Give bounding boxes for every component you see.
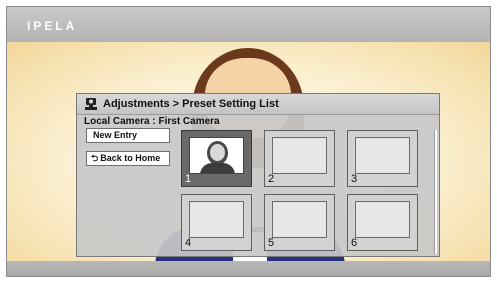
preset-slot-3[interactable]: 3 [347, 130, 418, 187]
preset-number: 2 [268, 173, 275, 185]
preset-thumbnail [355, 137, 410, 174]
ipela-logo: IPELA [27, 19, 78, 33]
new-entry-button[interactable]: New Entry [86, 128, 170, 143]
preset-thumbnail [272, 201, 327, 238]
preset-slot-5[interactable]: 5 [264, 194, 335, 251]
preset-scrollbar[interactable] [434, 130, 437, 254]
preset-setting-dialog: Adjustments > Preset Setting List Local … [76, 93, 440, 257]
preset-thumbnail [272, 137, 327, 174]
preset-number: 6 [351, 237, 358, 249]
preset-slot-2[interactable]: 2 [264, 130, 335, 187]
camera-label: Local Camera : First Camera [84, 116, 220, 127]
preset-thumbnail [355, 201, 410, 238]
thumb-body [200, 163, 235, 173]
thumb-face [210, 144, 225, 161]
preset-slot-4[interactable]: 4 [181, 194, 252, 251]
top-bar: IPELA [7, 7, 490, 42]
camera-icon [85, 98, 97, 110]
preset-number: 5 [268, 237, 275, 249]
preset-number: 3 [351, 173, 358, 185]
preset-thumbnail [189, 137, 244, 174]
preset-thumbnail [189, 201, 244, 238]
dialog-title: Adjustments > Preset Setting List [103, 98, 279, 110]
dialog-title-bar: Adjustments > Preset Setting List [77, 94, 439, 115]
back-to-home-label: Back to Home [100, 153, 161, 163]
preset-slot-6[interactable]: 6 [347, 194, 418, 251]
preset-number: 1 [185, 173, 192, 185]
preset-number: 4 [185, 237, 192, 249]
back-to-home-button[interactable]: ⮌ Back to Home [86, 151, 170, 166]
bottom-bar [7, 261, 490, 276]
video-screen: IPELA Adjustments > Preset Setting List … [6, 6, 491, 277]
return-arrow-icon: ⮌ [91, 153, 99, 163]
preset-slot-1[interactable]: 1 [181, 130, 252, 187]
